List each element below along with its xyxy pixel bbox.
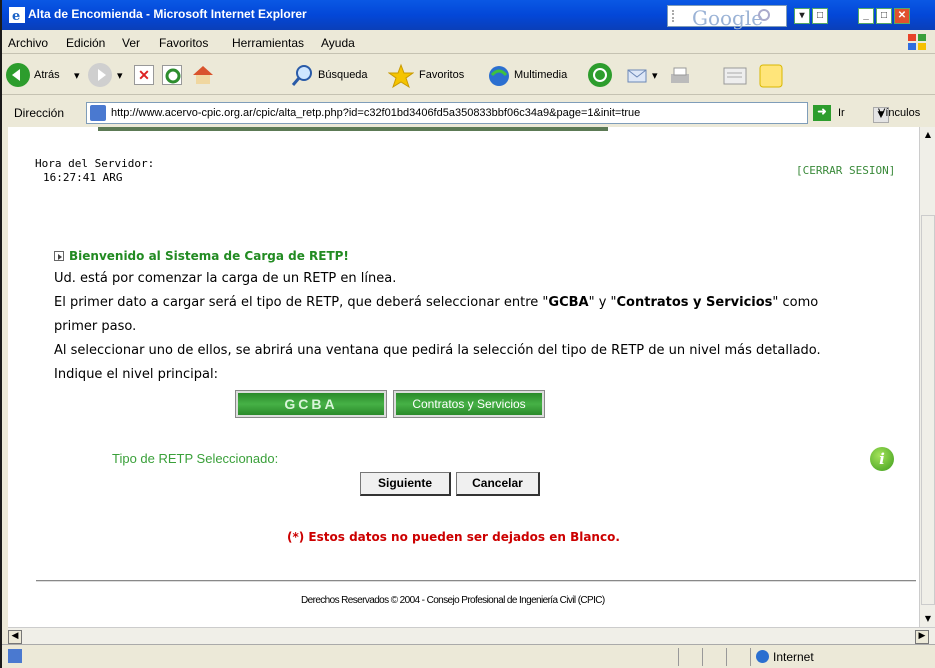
back-arrow-icon[interactable]: [6, 63, 30, 87]
title-bar: e Alta de Encomienda - Microsoft Interne…: [2, 0, 935, 30]
globe-icon: [756, 650, 769, 663]
minimize-button[interactable]: _: [858, 8, 874, 24]
toolbar: Atrás ▾ ▾ ✕ Búsqueda Favoritos Multimedi…: [2, 55, 935, 95]
footer-copyright: Derechos Reservados © 2004 - Consejo Pro…: [301, 595, 605, 606]
status-segment: [702, 648, 703, 666]
go-arrow-icon[interactable]: ➜: [813, 105, 831, 121]
bullet-arrow-icon: [54, 251, 64, 261]
scroll-down-icon[interactable]: ▼: [920, 611, 935, 627]
history-icon[interactable]: [588, 63, 612, 87]
close-button[interactable]: ✕: [894, 8, 910, 24]
vertical-scrollbar[interactable]: ▲ ▼: [919, 127, 935, 627]
welcome-text: Bienvenido al Sistema de Carga de RETP!: [69, 249, 349, 263]
status-segment: [678, 648, 679, 666]
scroll-right-icon[interactable]: ▶: [915, 630, 929, 644]
links-button[interactable]: Vínculos: [878, 107, 920, 119]
intro-line-3: primer paso.: [54, 319, 137, 334]
mail-icon[interactable]: [626, 65, 650, 87]
intro-line-1: Ud. está por comenzar la carga de un RET…: [54, 271, 397, 286]
grip-icon: [672, 10, 682, 22]
required-note: (*) Estos datos no pueden ser dejados en…: [287, 530, 620, 544]
home-icon[interactable]: [192, 64, 214, 86]
info-icon[interactable]: i: [870, 447, 894, 471]
page-icon: [90, 105, 106, 121]
status-bar: Internet: [2, 644, 935, 668]
menu-archivo[interactable]: Archivo: [8, 36, 48, 50]
intro-line-4: Al seleccionar uno de ellos, se abrirá u…: [54, 343, 821, 358]
menu-ayuda[interactable]: Ayuda: [321, 36, 355, 50]
horizontal-scrollbar[interactable]: ◀ ▶: [8, 627, 935, 644]
menu-herramientas[interactable]: Herramientas: [232, 36, 304, 50]
google-toolbar-search[interactable]: Google: [667, 5, 787, 30]
intro-line-2: El primer dato a cargar será el tipo de …: [54, 295, 819, 310]
chevron-down-icon[interactable]: ▾: [117, 69, 123, 82]
maximize-button[interactable]: □: [876, 8, 892, 24]
search-button[interactable]: Búsqueda: [318, 69, 368, 81]
scroll-up-icon[interactable]: ▲: [920, 127, 935, 143]
forward-arrow-icon[interactable]: [88, 63, 112, 87]
chevron-down-icon[interactable]: ▾: [794, 8, 810, 24]
search-icon[interactable]: [290, 64, 314, 88]
ie-logo-icon: e: [9, 7, 25, 23]
divider: [36, 580, 916, 582]
menu-edicion[interactable]: Edición: [66, 36, 105, 50]
url-text[interactable]: http://www.acervo-cpic.org.ar/cpic/alta_…: [111, 107, 640, 119]
print-icon[interactable]: [668, 65, 692, 87]
menu-ver[interactable]: Ver: [122, 36, 140, 50]
gcba-button[interactable]: GCBA: [235, 390, 387, 418]
zone-label: Internet: [773, 650, 814, 664]
status-segment: [750, 648, 751, 666]
stop-icon[interactable]: ✕: [134, 65, 154, 85]
browser-window: e Alta de Encomienda - Microsoft Interne…: [0, 0, 935, 668]
address-input[interactable]: http://www.acervo-cpic.org.ar/cpic/alta_…: [86, 102, 889, 124]
chevron-down-icon[interactable]: ▾: [74, 69, 80, 82]
messenger-icon[interactable]: [758, 63, 784, 89]
server-time-label: Hora del Servidor:: [35, 157, 155, 170]
window-title: Alta de Encomienda - Microsoft Internet …: [28, 7, 307, 21]
svg-text:e: e: [12, 9, 20, 23]
server-time: 16:27:41 ARG: [43, 171, 123, 184]
selected-type-label: Tipo de RETP Seleccionado:: [112, 451, 279, 466]
page-icon: [8, 649, 22, 663]
go-button[interactable]: Ir: [838, 107, 845, 119]
star-icon[interactable]: [388, 63, 414, 89]
multimedia-button[interactable]: Multimedia: [514, 69, 567, 81]
chevron-down-icon[interactable]: ▾: [652, 69, 658, 82]
logout-link[interactable]: [CERRAR SESION]: [796, 164, 895, 177]
windows-logo-icon: [908, 34, 926, 50]
google-logo: Google: [692, 6, 764, 30]
status-segment: [726, 648, 727, 666]
cancel-button[interactable]: Cancelar: [456, 472, 540, 496]
intro-line-5: Indique el nivel principal:: [54, 367, 219, 382]
address-label: Dirección: [14, 106, 65, 120]
page-content: Hora del Servidor: 16:27:41 ARG [CERRAR …: [8, 127, 919, 627]
favorites-button[interactable]: Favoritos: [419, 69, 464, 81]
menu-favoritos[interactable]: Favoritos: [159, 36, 208, 50]
back-button[interactable]: Atrás: [34, 69, 60, 81]
welcome-heading: Bienvenido al Sistema de Carga de RETP!: [54, 249, 349, 263]
scroll-left-icon[interactable]: ◀: [8, 630, 22, 644]
banner-strip: [98, 127, 608, 131]
restore-icon[interactable]: □: [812, 8, 828, 24]
refresh-icon[interactable]: [162, 65, 182, 85]
contratos-servicios-button[interactable]: Contratos y Servicios: [393, 390, 545, 418]
edit-icon[interactable]: [722, 65, 748, 87]
address-bar: Dirección http://www.acervo-cpic.org.ar/…: [2, 97, 935, 127]
multimedia-icon[interactable]: [486, 63, 512, 89]
menu-bar: Archivo Edición Ver Favoritos Herramient…: [2, 30, 935, 54]
next-button[interactable]: Siguiente: [360, 472, 451, 496]
search-icon[interactable]: [758, 9, 770, 21]
scroll-thumb[interactable]: [921, 215, 935, 605]
